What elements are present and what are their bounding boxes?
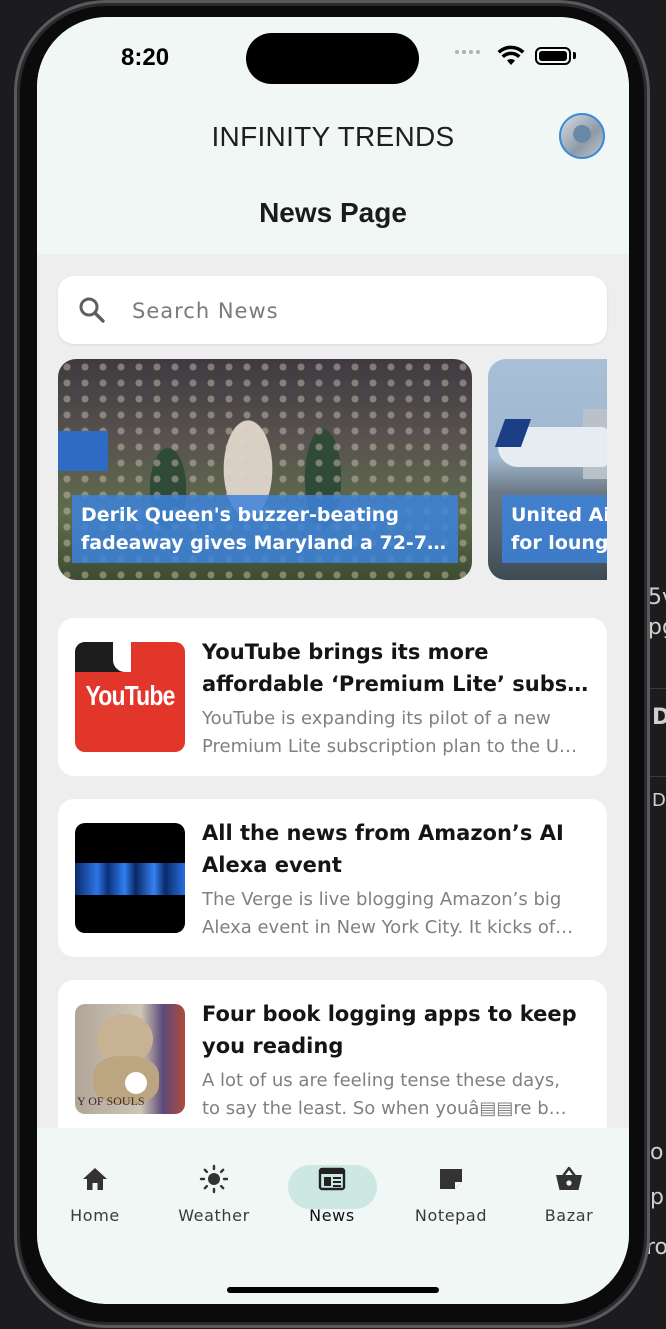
news-description-line: Alexa event in New York City. It kicks o… — [202, 917, 574, 938]
news-title: All the news from Amazon’s AI Alexa even… — [202, 817, 594, 881]
news-thumbnail: YouTube — [75, 642, 185, 752]
home-icon — [83, 1168, 107, 1190]
cellular-signal-icon — [455, 50, 480, 54]
news-list-item[interactable]: All the news from Amazon’s AI Alexa even… — [58, 799, 607, 957]
sun-icon — [199, 1164, 229, 1194]
news-list-item[interactable]: YouTube YouTube brings its more affordab… — [58, 618, 607, 776]
carousel-card[interactable]: United Ai for lounge — [488, 359, 607, 580]
app-title: INFINITY TRENDS — [211, 121, 455, 152]
phone-screen: 8:20 INFINITY TRENDS News Page Derik Que… — [37, 17, 629, 1304]
battery-icon — [535, 47, 571, 65]
nav-item-home[interactable]: Home — [40, 1164, 150, 1225]
news-description: A lot of us are feeling tense these days… — [202, 1067, 594, 1123]
background-text: pg — [648, 615, 666, 640]
news-title-line: affordable ‘Premium Lite’ subsc… — [202, 672, 594, 696]
news-title: YouTube brings its more affordable ‘Prem… — [202, 636, 594, 700]
news-title-line: Alexa event — [202, 853, 342, 877]
nav-label: News — [309, 1206, 355, 1225]
home-indicator[interactable] — [227, 1287, 439, 1293]
news-thumbnail: Y OF SOULS — [75, 1004, 185, 1114]
basket-icon — [556, 1166, 582, 1190]
book-spine-text: Y OF SOULS — [77, 1094, 145, 1108]
background-text: 5v — [648, 585, 666, 610]
news-description: YouTube is expanding its pilot of a new … — [202, 705, 594, 761]
nav-label: Home — [70, 1206, 120, 1225]
card-caption-line: fadeaway gives Maryland a 72-71 … — [81, 532, 449, 554]
nav-label: Notepad — [414, 1206, 488, 1225]
background-text: p — [650, 1185, 664, 1210]
news-thumbnail — [75, 823, 185, 933]
status-time: 8:20 — [121, 44, 170, 71]
wifi-icon — [497, 45, 525, 65]
headline-carousel[interactable]: Derik Queen's buzzer-beating fadeaway gi… — [58, 359, 607, 580]
news-description-line: YouTube is expanding its pilot of a new — [202, 708, 551, 729]
background-text: D — [652, 705, 666, 730]
background-text: D — [652, 790, 666, 811]
nav-item-notepad[interactable]: Notepad — [396, 1164, 506, 1225]
nav-item-news[interactable]: News — [277, 1164, 387, 1225]
news-title: Four book logging apps to keep you readi… — [202, 998, 594, 1062]
card-caption-line: for lounge — [511, 532, 607, 554]
news-title-line: Four book logging apps to keep — [202, 1002, 577, 1026]
background-text: o — [650, 1140, 664, 1165]
avatar[interactable] — [559, 113, 605, 159]
card-caption: Derik Queen's buzzer-beating fadeaway gi… — [72, 495, 458, 563]
nav-label: Weather — [178, 1206, 250, 1225]
news-list-item[interactable]: Y OF SOULS Four book logging apps to kee… — [58, 980, 607, 1128]
news-title-line: All the news from Amazon’s AI — [202, 821, 564, 845]
news-description: The Verge is live blogging Amazon’s big … — [202, 886, 594, 942]
search-bar[interactable] — [58, 276, 607, 344]
bottom-navigation: Home Weather News Notepad Bazar — [37, 1128, 629, 1304]
search-icon — [79, 297, 105, 323]
page-title: News Page — [259, 197, 407, 228]
news-description-line: A lot of us are feeling tense these days… — [202, 1070, 560, 1091]
dynamic-island — [246, 33, 419, 84]
note-icon — [440, 1169, 462, 1189]
news-title-line: YouTube brings its more — [202, 640, 489, 664]
news-description-line: to say the least. So when youâ▤▤re b… — [202, 1098, 567, 1119]
card-caption: United Ai for lounge — [502, 495, 607, 563]
youtube-logo: YouTube — [85, 680, 175, 711]
header: 8:20 INFINITY TRENDS News Page — [37, 17, 629, 254]
news-description-line: Premium Lite subscription plan to the U… — [202, 736, 578, 757]
nav-item-weather[interactable]: Weather — [159, 1164, 269, 1225]
carousel-card[interactable]: Derik Queen's buzzer-beating fadeaway gi… — [58, 359, 472, 580]
nav-item-bazar[interactable]: Bazar — [514, 1164, 624, 1225]
news-description-line: The Verge is live blogging Amazon’s big — [202, 889, 562, 910]
card-caption-line: United Ai — [511, 504, 607, 526]
news-title-line: you reading — [202, 1034, 344, 1058]
nav-label: Bazar — [544, 1206, 594, 1225]
search-input[interactable] — [130, 294, 574, 328]
newspaper-icon — [318, 1167, 346, 1191]
card-caption-line: Derik Queen's buzzer-beating — [81, 504, 399, 526]
